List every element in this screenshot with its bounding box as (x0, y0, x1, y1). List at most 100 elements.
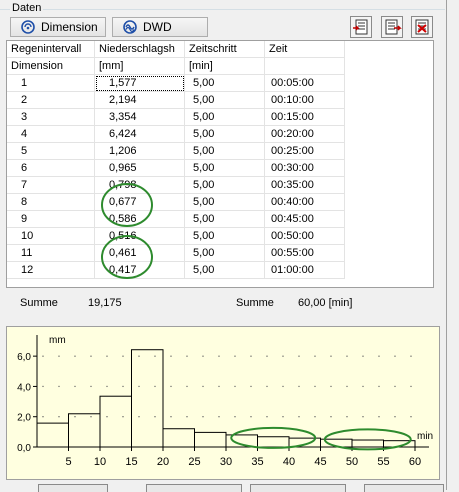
grid-dot (378, 416, 380, 418)
x-tick-label: 50 (346, 456, 358, 468)
y-tick-label: 6,0 (17, 352, 31, 363)
grid-dot (250, 355, 252, 357)
grid-dot (346, 355, 348, 357)
grid-dot (410, 416, 412, 418)
highlight-ellipse (101, 235, 153, 279)
grid-dot (234, 416, 236, 418)
export-table-icon (385, 19, 402, 35)
x-tick-label: 40 (283, 456, 295, 468)
dwd-icon (123, 20, 137, 34)
grid-dot (138, 385, 140, 388)
bar (99, 395, 132, 448)
summary-label: Summe (236, 297, 274, 309)
y-tick-label: 0,0 (17, 443, 31, 454)
grid-dot (330, 355, 332, 357)
grid-dot (378, 355, 380, 357)
grid-dot (282, 385, 284, 388)
grid-dot (298, 385, 300, 388)
bottom-button[interactable] (38, 484, 108, 492)
grid-dot (250, 385, 252, 388)
grid-dot (202, 355, 204, 357)
grid-dot (202, 416, 204, 418)
grid-dot (106, 355, 108, 357)
window-edge (446, 0, 447, 490)
export-table-button[interactable] (381, 16, 403, 38)
grid-dot (218, 416, 220, 418)
grid-dot (138, 416, 140, 418)
bottom-button[interactable] (250, 484, 346, 492)
dimension-button[interactable]: Dimension (10, 17, 106, 37)
grid-dot (42, 385, 44, 388)
highlight-overlay (101, 183, 153, 279)
y-tick-label: 2,0 (17, 413, 31, 424)
bar (162, 428, 195, 448)
x-tick-label: 5 (65, 456, 71, 468)
grid-dot (298, 355, 300, 357)
grid-dot (58, 355, 60, 357)
grid-dot (218, 385, 220, 388)
delete-table-button[interactable] (411, 16, 433, 38)
dwd-button[interactable]: DWD (112, 17, 208, 37)
bottom-button[interactable] (364, 484, 444, 492)
grid-dot (74, 385, 76, 388)
x-tick-label: 30 (220, 456, 232, 468)
grid-dot (122, 385, 124, 388)
grid-dot (362, 385, 364, 388)
grid-dot (410, 355, 412, 357)
grid-dot (106, 416, 108, 418)
grid-dot (250, 416, 252, 418)
rain-data-table[interactable]: Regenintervall Niederschlagsh Zeitschrit… (6, 40, 434, 288)
x-tick-label: 55 (377, 456, 389, 468)
grid-dot (42, 416, 44, 418)
bar (131, 349, 164, 448)
grid-dot (362, 355, 364, 357)
x-tick-label: 25 (188, 456, 200, 468)
grid-dot (74, 416, 76, 418)
grid-dot (138, 355, 140, 357)
grid-dot (186, 385, 188, 388)
grid-dot (106, 385, 108, 388)
grid-dot (330, 416, 332, 418)
grid-dot (58, 416, 60, 418)
bar (351, 439, 384, 448)
y-tick-label: 4,0 (17, 382, 31, 393)
grid-dot (394, 416, 396, 418)
x-tick-label: 20 (157, 456, 169, 468)
x-tick-label: 10 (94, 456, 106, 468)
grid-dot (298, 416, 300, 418)
grid-dot (170, 416, 172, 418)
dimension-button-label: Dimension (41, 20, 98, 34)
grid-dot (202, 385, 204, 388)
grid-dot (58, 385, 60, 388)
grid-dot (122, 416, 124, 418)
grid-dot (346, 385, 348, 388)
x-axis-label: min (417, 431, 433, 442)
x-tick-label: 45 (314, 456, 326, 468)
dimension-icon (21, 20, 35, 34)
summary-total-mm: 19,175 (88, 297, 122, 309)
bar (68, 413, 101, 448)
grid-dot (186, 355, 188, 357)
grid-dot (234, 355, 236, 357)
grid-dot (378, 385, 380, 388)
grid-dot (122, 355, 124, 357)
bar (257, 436, 290, 448)
x-tick-label: 15 (125, 456, 137, 468)
grid-dot (154, 355, 156, 357)
y-axis-label: mm (49, 335, 66, 346)
grid-dot (90, 416, 92, 418)
import-table-icon (353, 19, 368, 35)
summary-label: Summe (20, 297, 58, 309)
import-table-button[interactable] (350, 16, 372, 38)
summary-total-min: 60,00 [min] (298, 297, 353, 309)
grid-dot (266, 416, 268, 418)
highlight-ellipse (101, 183, 153, 227)
grid-dot (330, 385, 332, 388)
bottom-button[interactable] (146, 484, 242, 492)
bar (36, 422, 69, 448)
group-border (0, 9, 445, 10)
rain-chart: 5 10 15 20 25 30 35 40 45 50 55 60 0,0 2,0 4,0 6,0 mm min (6, 326, 440, 480)
grid-dot (90, 355, 92, 357)
grid-dot (154, 416, 156, 418)
panel-title: Daten (10, 2, 44, 14)
